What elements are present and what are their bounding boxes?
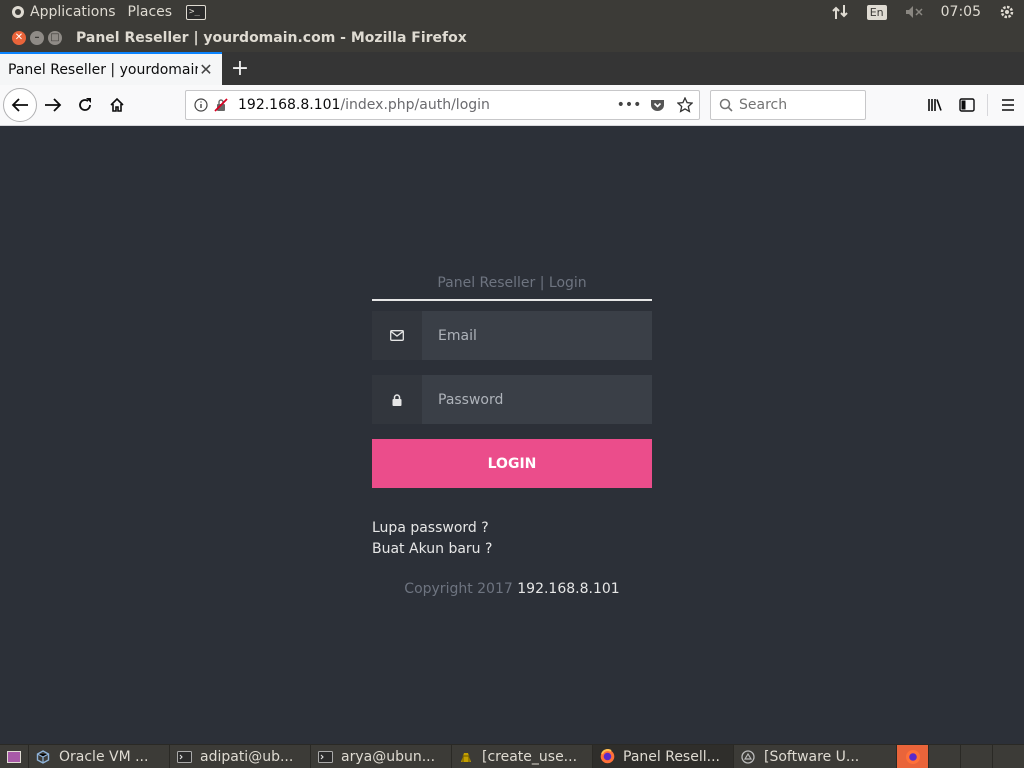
network-icon[interactable] bbox=[822, 0, 858, 24]
url-host: 192.168.8.101 bbox=[238, 97, 341, 113]
back-button[interactable] bbox=[3, 88, 37, 122]
login-form: Panel Reseller | Login LOGIN Lupa passwo… bbox=[372, 273, 652, 597]
search-icon bbox=[719, 98, 733, 112]
applications-label: Applications bbox=[30, 4, 116, 20]
insecure-lock-icon[interactable] bbox=[212, 98, 230, 112]
window-maximize-button[interactable]: □ bbox=[48, 31, 62, 45]
workspace-2[interactable] bbox=[928, 744, 960, 768]
places-label: Places bbox=[127, 4, 173, 20]
desktop-icon bbox=[7, 750, 21, 763]
url-text[interactable]: 192.168.8.101/index.php/auth/login bbox=[238, 97, 490, 113]
bottom-taskbar: Oracle VM ... adipati@ub... arya@ubun...… bbox=[0, 744, 1024, 768]
task-terminal-arya[interactable]: arya@ubun... bbox=[310, 744, 451, 768]
terminal-icon bbox=[176, 749, 192, 765]
task-gedit[interactable]: [create_use... bbox=[451, 744, 592, 768]
task-software-updater[interactable]: [Software U... bbox=[733, 744, 874, 768]
email-field-group bbox=[372, 311, 652, 360]
gedit-icon bbox=[458, 749, 474, 765]
search-box[interactable]: Search bbox=[710, 90, 866, 120]
software-updater-icon bbox=[740, 749, 756, 765]
workspace-3[interactable] bbox=[960, 744, 992, 768]
register-link[interactable]: Buat Akun baru ? bbox=[372, 539, 652, 560]
keyboard-layout-indicator[interactable]: En bbox=[858, 0, 896, 24]
gnome-foot-icon bbox=[12, 6, 24, 18]
info-icon[interactable] bbox=[192, 98, 210, 112]
firefox-icon bbox=[599, 749, 615, 765]
forward-arrow-icon bbox=[45, 98, 62, 112]
copyright-prefix: Copyright 2017 bbox=[404, 581, 513, 597]
copyright-host: 192.168.8.101 bbox=[517, 581, 620, 597]
places-menu[interactable]: Places bbox=[122, 0, 179, 24]
url-bar[interactable]: 192.168.8.101/index.php/auth/login ••• bbox=[185, 90, 700, 120]
clock[interactable]: 07:05 bbox=[932, 0, 990, 24]
volume-muted-icon[interactable] bbox=[896, 0, 932, 24]
window-title: Panel Reseller | yourdomain.com - Mozill… bbox=[76, 30, 467, 46]
workspace-switcher bbox=[896, 744, 1024, 768]
toolbar-separator bbox=[987, 94, 988, 116]
library-icon[interactable] bbox=[919, 89, 951, 121]
tab-panel-reseller[interactable]: Panel Reseller | yourdomain.com ✕ bbox=[0, 52, 222, 85]
tab-strip: Panel Reseller | yourdomain.com ✕ + bbox=[0, 52, 1024, 85]
show-desktop-button[interactable] bbox=[0, 745, 28, 768]
workspace-4[interactable] bbox=[992, 744, 1024, 768]
home-button[interactable] bbox=[101, 89, 133, 121]
tab-label: Panel Reseller | yourdomain.com bbox=[8, 61, 198, 78]
reload-button[interactable] bbox=[69, 89, 101, 121]
new-tab-button[interactable]: + bbox=[222, 52, 258, 85]
task-terminal-adipati[interactable]: adipati@ub... bbox=[169, 744, 310, 768]
page-content: Panel Reseller | Login LOGIN Lupa passwo… bbox=[0, 126, 1024, 744]
page-actions-icon[interactable]: ••• bbox=[615, 97, 643, 113]
workspace-1[interactable] bbox=[896, 744, 928, 768]
terminal-icon bbox=[317, 749, 333, 765]
envelope-icon bbox=[372, 311, 422, 360]
copyright: Copyright 2017 192.168.8.101 bbox=[372, 581, 652, 597]
bookmark-star-icon[interactable] bbox=[671, 97, 699, 113]
lock-icon bbox=[372, 375, 422, 424]
auth-links: Lupa password ? Buat Akun baru ? bbox=[372, 518, 652, 560]
tab-close-icon[interactable]: ✕ bbox=[198, 60, 214, 79]
pocket-icon[interactable] bbox=[643, 98, 671, 112]
password-input[interactable] bbox=[422, 375, 652, 424]
window-titlebar: ✕ – □ Panel Reseller | yourdomain.com - … bbox=[0, 24, 1024, 52]
power-gear-icon[interactable] bbox=[990, 0, 1024, 24]
window-close-button[interactable]: ✕ bbox=[12, 31, 26, 45]
home-icon bbox=[110, 97, 124, 112]
back-arrow-icon bbox=[11, 98, 28, 112]
terminal-launcher-icon[interactable]: >_ bbox=[186, 4, 207, 20]
virtualbox-icon bbox=[35, 749, 51, 765]
navigation-toolbar: 192.168.8.101/index.php/auth/login ••• S… bbox=[0, 85, 1024, 126]
password-field-group bbox=[372, 375, 652, 424]
forgot-password-link[interactable]: Lupa password ? bbox=[372, 518, 652, 539]
task-virtualbox[interactable]: Oracle VM ... bbox=[28, 744, 169, 768]
firefox-icon bbox=[905, 749, 920, 764]
search-placeholder: Search bbox=[739, 97, 788, 113]
login-button[interactable]: LOGIN bbox=[372, 439, 652, 488]
task-firefox[interactable]: Panel Resell... bbox=[592, 744, 733, 768]
top-panel: Applications Places >_ En 07:05 bbox=[0, 0, 1024, 24]
email-input[interactable] bbox=[422, 311, 652, 360]
applications-menu[interactable]: Applications bbox=[0, 0, 122, 24]
sidebar-toggle-icon[interactable] bbox=[951, 89, 983, 121]
url-path: /index.php/auth/login bbox=[340, 97, 490, 113]
hamburger-menu-icon[interactable] bbox=[992, 89, 1024, 121]
forward-button[interactable] bbox=[37, 89, 69, 121]
login-heading: Panel Reseller | Login bbox=[372, 273, 652, 301]
reload-icon bbox=[79, 98, 91, 111]
window-minimize-button[interactable]: – bbox=[30, 31, 44, 45]
